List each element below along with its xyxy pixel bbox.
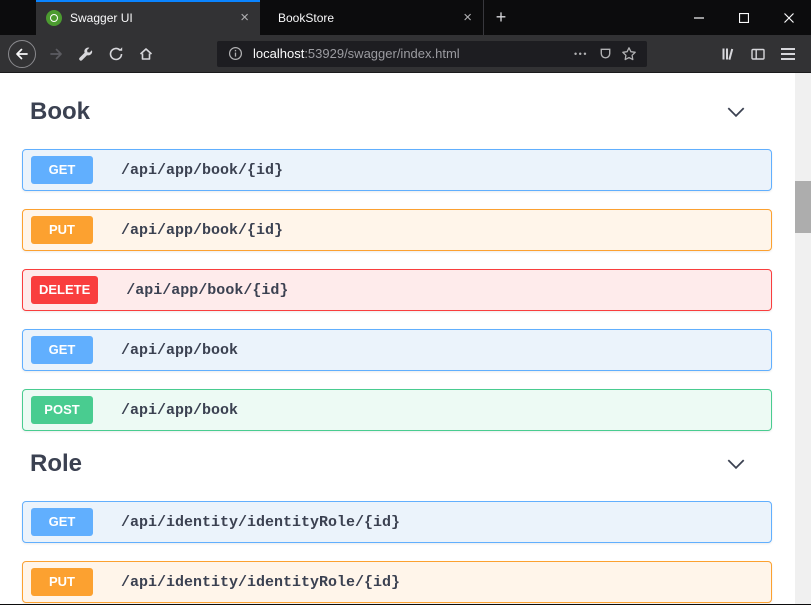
endpoint-row[interactable]: PUT /api/app/book/{id}	[22, 209, 772, 251]
url-bar[interactable]: localhost:53929/swagger/index.html •••	[217, 41, 647, 67]
browser-window: Swagger UI × BookStore × +	[0, 0, 811, 605]
method-badge: GET	[31, 336, 93, 364]
page-content: Book GET /api/app/book/{id} PUT /api/app…	[0, 73, 811, 604]
method-badge: DELETE	[31, 276, 98, 304]
pocket-button[interactable]	[593, 42, 617, 66]
tab-title: BookStore	[278, 11, 454, 25]
sidebar-icon	[750, 46, 766, 62]
url-host: localhost	[253, 46, 304, 61]
library-icon	[720, 46, 736, 62]
shield-icon	[598, 46, 613, 61]
url-path: :53929/swagger/index.html	[304, 46, 459, 61]
scrollbar-thumb[interactable]	[795, 181, 811, 233]
menu-button[interactable]	[773, 40, 803, 68]
tab-title: Swagger UI	[70, 11, 231, 25]
refresh-icon	[108, 46, 124, 62]
tab-bar: Swagger UI × BookStore × +	[0, 0, 811, 35]
endpoint-row[interactable]: POST /api/app/book	[22, 389, 772, 431]
method-badge: GET	[31, 508, 93, 536]
scrollbar[interactable]	[795, 73, 811, 604]
endpoint-path: /api/identity/identityRole/{id}	[121, 574, 400, 591]
forward-arrow-icon	[48, 46, 64, 62]
endpoint-path: /api/identity/identityRole/{id}	[121, 514, 400, 531]
home-button[interactable]	[131, 40, 161, 68]
tab-close-icon[interactable]: ×	[237, 9, 252, 26]
tab-bookstore[interactable]: BookStore ×	[260, 0, 484, 35]
page-actions-button[interactable]: •••	[569, 42, 593, 66]
navigation-toolbar: localhost:53929/swagger/index.html •••	[0, 35, 811, 73]
refresh-button[interactable]	[101, 40, 131, 68]
section-role: Role GET /api/identity/identityRole/{id}…	[22, 449, 772, 603]
back-button[interactable]	[8, 40, 36, 68]
minimize-button[interactable]	[676, 0, 721, 35]
star-icon	[621, 46, 637, 62]
section-title: Role	[30, 450, 82, 478]
back-arrow-icon	[14, 46, 30, 62]
forward-button[interactable]	[41, 40, 71, 68]
endpoint-path: /api/app/book/{id}	[121, 222, 283, 239]
info-icon	[228, 46, 243, 61]
bookmark-button[interactable]	[617, 42, 641, 66]
close-button[interactable]	[766, 0, 811, 35]
toolbar-right-group	[713, 40, 803, 68]
endpoint-row[interactable]: GET /api/app/book	[22, 329, 772, 371]
ellipsis-icon: •••	[574, 49, 588, 59]
endpoint-row[interactable]: DELETE /api/app/book/{id}	[22, 269, 772, 311]
window-controls	[676, 0, 811, 35]
hamburger-icon	[781, 48, 795, 50]
swagger-page: Book GET /api/app/book/{id} PUT /api/app…	[0, 73, 795, 604]
method-badge: GET	[31, 156, 93, 184]
site-info-button[interactable]	[223, 42, 247, 66]
tab-swagger-ui[interactable]: Swagger UI ×	[36, 0, 260, 35]
endpoint-path: /api/app/book/{id}	[126, 282, 288, 299]
endpoint-path: /api/app/book/{id}	[121, 162, 283, 179]
url-text: localhost:53929/swagger/index.html	[253, 46, 460, 61]
wrench-icon	[78, 46, 94, 62]
section-book: Book GET /api/app/book/{id} PUT /api/app…	[22, 97, 772, 431]
section-title: Book	[30, 98, 90, 126]
wrench-button[interactable]	[71, 40, 101, 68]
endpoint-path: /api/app/book	[121, 402, 238, 419]
endpoint-path: /api/app/book	[121, 342, 238, 359]
home-icon	[138, 46, 154, 62]
method-badge: POST	[31, 396, 93, 424]
new-tab-button[interactable]: +	[484, 0, 518, 35]
swagger-favicon	[46, 10, 62, 26]
section-header-book[interactable]: Book	[22, 97, 772, 127]
chevron-down-icon[interactable]	[725, 101, 747, 123]
endpoint-row[interactable]: GET /api/app/book/{id}	[22, 149, 772, 191]
tab-close-icon[interactable]: ×	[460, 9, 475, 26]
endpoint-row[interactable]: GET /api/identity/identityRole/{id}	[22, 501, 772, 543]
endpoint-row[interactable]: PUT /api/identity/identityRole/{id}	[22, 561, 772, 603]
method-badge: PUT	[31, 568, 93, 596]
method-badge: PUT	[31, 216, 93, 244]
section-header-role[interactable]: Role	[22, 449, 772, 479]
maximize-button[interactable]	[721, 0, 766, 35]
sidebar-button[interactable]	[743, 40, 773, 68]
library-button[interactable]	[713, 40, 743, 68]
chevron-down-icon[interactable]	[725, 453, 747, 475]
